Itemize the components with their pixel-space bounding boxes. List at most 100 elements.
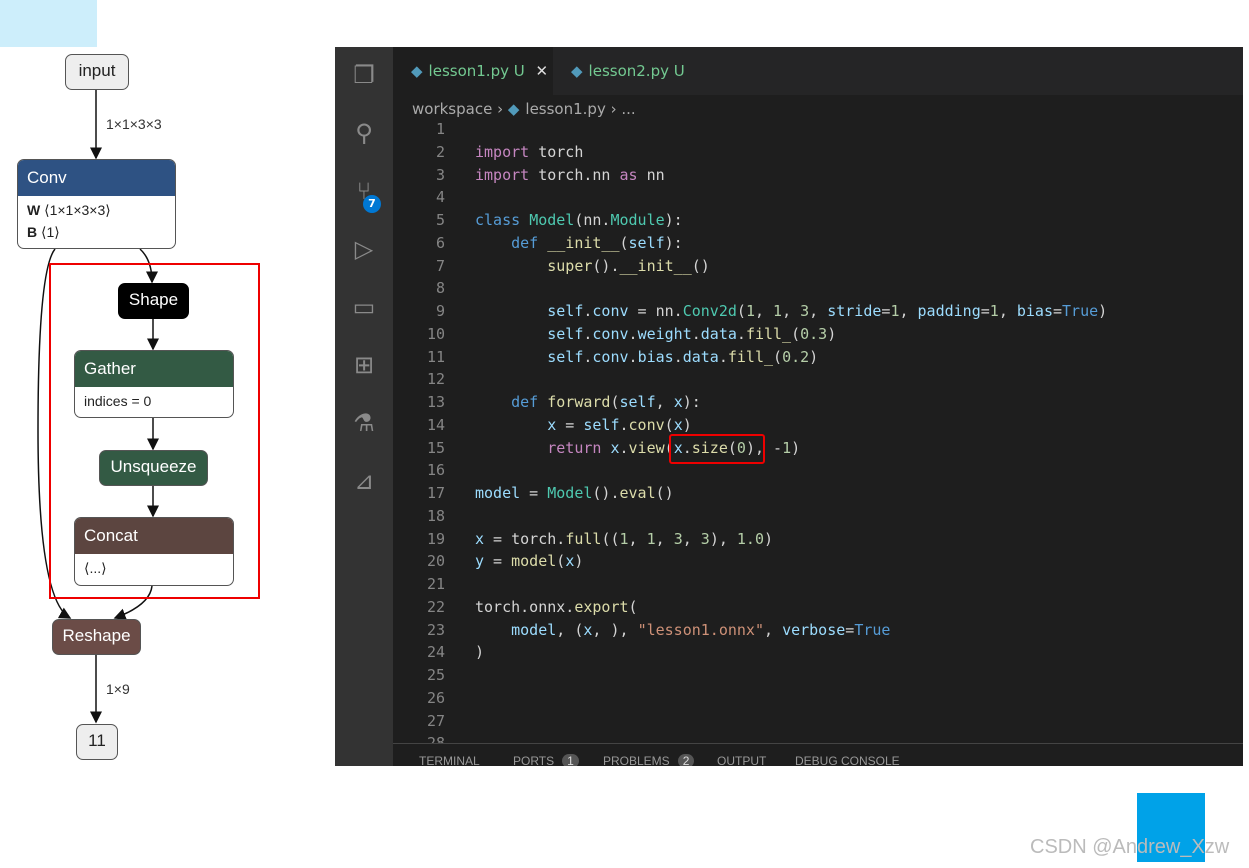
graph-node-output[interactable]: 11 bbox=[76, 724, 118, 760]
code-token: bias bbox=[637, 347, 674, 366]
line-number: 18 bbox=[426, 506, 445, 525]
code-token: 1 bbox=[619, 529, 629, 548]
code-token: 1 bbox=[745, 302, 755, 320]
code-line[interactable]: 9 self.conv = nn.Conv2d(1, 1, 3, stride=… bbox=[335, 300, 1243, 323]
line-source: def __init__(self): bbox=[475, 232, 683, 255]
edge-label: 1×1×3×3 bbox=[106, 116, 162, 132]
breadcrumb-item[interactable]: lesson1.py bbox=[525, 100, 605, 118]
line-number: 4 bbox=[435, 188, 445, 207]
code-token: model bbox=[475, 484, 521, 502]
code-token: Module bbox=[610, 211, 665, 229]
graph-node-gather[interactable]: Gather indices = 0 bbox=[74, 350, 234, 418]
line-number: 25 bbox=[426, 666, 445, 684]
code-token: 0.3 bbox=[800, 324, 828, 343]
code-line[interactable]: 7 super().__init__() bbox=[335, 255, 1243, 278]
code-token: = bbox=[520, 484, 548, 502]
code-line[interactable]: 25 bbox=[335, 664, 1243, 687]
graph-node-unsqueeze[interactable]: Unsqueeze bbox=[99, 450, 208, 486]
node-label: Unsqueeze bbox=[110, 457, 197, 476]
code-line[interactable]: 6 def __init__(self): bbox=[335, 232, 1243, 255]
code-line[interactable]: 28 bbox=[335, 732, 1243, 743]
code-line[interactable]: 15 return x.view(x.size(0), -1) bbox=[335, 437, 1243, 460]
code-token: , bbox=[655, 393, 674, 411]
code-line[interactable]: 2 import torch bbox=[335, 141, 1243, 164]
code-token: , bbox=[628, 529, 647, 548]
panel-tab-badge: 1 bbox=[562, 754, 579, 766]
line-number: 16 bbox=[426, 461, 445, 480]
tab-lesson1[interactable]: ◆ lesson1.py U ✕ bbox=[393, 47, 553, 95]
graph-node-shape[interactable]: Shape bbox=[118, 283, 189, 319]
panel-tab-label: OUTPUT bbox=[717, 754, 767, 766]
code-token: ( bbox=[556, 552, 566, 571]
line-number: 28 bbox=[335, 732, 445, 743]
code-line[interactable]: 13 def forward(self, x): bbox=[335, 391, 1243, 414]
code-token: . bbox=[718, 347, 728, 366]
code-token: = torch. bbox=[484, 529, 566, 548]
code-line[interactable]: 23 model, (x, ), "lesson1.onnx", verbose… bbox=[335, 619, 1243, 642]
panel-tab[interactable]: DEBUG CONSOLE bbox=[795, 754, 900, 766]
code-line[interactable]: 24) bbox=[335, 641, 1243, 664]
panel-tab[interactable]: TERMINAL bbox=[419, 754, 480, 766]
line-number: 27 bbox=[426, 711, 445, 730]
close-icon[interactable]: ✕ bbox=[536, 62, 549, 80]
code-line[interactable]: 12 bbox=[335, 368, 1243, 391]
graph-node-concat[interactable]: Concat ⟨...⟩ bbox=[74, 517, 234, 586]
code-area[interactable]: 1 2 import torch 3 import torch.nn as nn 4 5 cl… bbox=[335, 118, 1243, 743]
code-token: conv bbox=[628, 415, 665, 434]
code-line[interactable]: 5 class Model(nn.Module): bbox=[335, 209, 1243, 232]
line-number: 2 bbox=[435, 142, 445, 161]
graph-node-conv[interactable]: Conv W ⟨1×1×3×3⟩ B ⟨1⟩ bbox=[17, 159, 176, 249]
code-line[interactable]: 3 import torch.nn as nn bbox=[335, 164, 1243, 187]
code-token: data bbox=[700, 324, 737, 343]
code-token: 3 bbox=[673, 529, 683, 548]
line-source: self.conv.bias.data.fill_(0.2) bbox=[475, 346, 818, 369]
code-token: conv bbox=[592, 324, 629, 343]
breadcrumb-item[interactable]: workspace bbox=[412, 100, 492, 118]
panel-tab[interactable]: PORTS 1 bbox=[513, 754, 579, 766]
code-token: conv bbox=[592, 347, 629, 366]
code-line[interactable]: 8 bbox=[335, 277, 1243, 300]
code-line[interactable]: 14 x = self.conv(x) bbox=[335, 414, 1243, 437]
code-token: x bbox=[475, 529, 485, 548]
code-line[interactable]: 17 model = Model().eval() bbox=[335, 482, 1243, 505]
code-token: self bbox=[583, 415, 620, 434]
panel-tab[interactable]: PROBLEMS 2 bbox=[603, 754, 695, 766]
line-number: 20 bbox=[426, 552, 445, 571]
graph-node-input[interactable]: input bbox=[65, 54, 129, 90]
code-line[interactable]: 20 y = model(x) bbox=[335, 550, 1243, 573]
code-line[interactable]: 27 bbox=[335, 710, 1243, 733]
code-token: = bbox=[845, 620, 855, 639]
attr-value: ⟨1⟩ bbox=[41, 224, 60, 240]
code-token: ) bbox=[475, 643, 485, 662]
code-line[interactable]: 19 x = torch.full((1, 1, 3, 3), 1.0) bbox=[335, 528, 1243, 551]
code-token: , bbox=[682, 529, 701, 548]
panel-tab[interactable]: OUTPUT bbox=[717, 754, 766, 766]
code-line[interactable]: 21 bbox=[335, 573, 1243, 596]
code-token: (( bbox=[601, 529, 620, 548]
line-source: class Model(nn.Module): bbox=[475, 209, 683, 232]
code-line[interactable]: 16 bbox=[335, 459, 1243, 482]
code-line[interactable]: 4 bbox=[335, 186, 1243, 209]
code-token: (). bbox=[592, 256, 620, 275]
code-token: ) bbox=[809, 347, 819, 366]
code-line[interactable]: 22 torch.onnx.export( bbox=[335, 596, 1243, 619]
code-token: ) bbox=[827, 324, 837, 343]
graph-node-reshape[interactable]: Reshape bbox=[52, 619, 141, 655]
code-token: conv bbox=[592, 302, 629, 320]
node-label: input bbox=[78, 61, 116, 80]
attr-name: W bbox=[27, 202, 41, 218]
line-source: super().__init__() bbox=[475, 255, 710, 278]
code-line[interactable]: 1 bbox=[335, 118, 1243, 141]
code-line[interactable]: 10 self.conv.weight.data.fill_(0.3) bbox=[335, 323, 1243, 346]
code-token: def bbox=[511, 233, 539, 252]
code-token: full bbox=[565, 529, 602, 548]
explorer-icon[interactable]: ❐ bbox=[349, 61, 379, 91]
code-line[interactable]: 18 bbox=[335, 505, 1243, 528]
tab-lesson2[interactable]: ◆ lesson2.py U bbox=[553, 47, 713, 95]
code-token: ), bbox=[709, 529, 737, 548]
line-number: 14 bbox=[426, 415, 445, 434]
breadcrumb-item[interactable]: ... bbox=[621, 100, 635, 118]
code-line[interactable]: 26 bbox=[335, 687, 1243, 710]
code-line[interactable]: 11 self.conv.bias.data.fill_(0.2) bbox=[335, 346, 1243, 369]
